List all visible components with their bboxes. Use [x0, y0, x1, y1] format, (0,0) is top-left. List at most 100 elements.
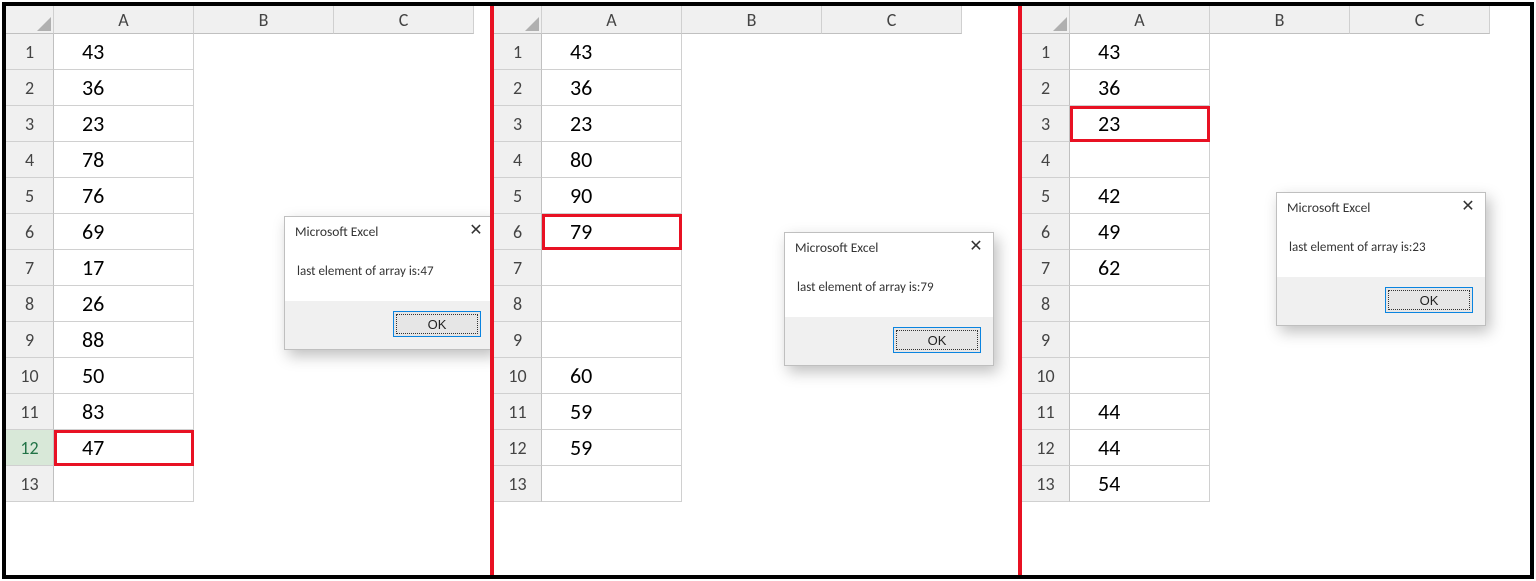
- cell[interactable]: [822, 394, 962, 430]
- cell[interactable]: [1350, 322, 1490, 358]
- ok-button[interactable]: OK: [1385, 287, 1473, 313]
- cell[interactable]: [194, 466, 334, 502]
- row-header[interactable]: 13: [6, 466, 54, 502]
- cell[interactable]: 49: [1070, 214, 1210, 250]
- cell[interactable]: [334, 466, 474, 502]
- cell[interactable]: [1350, 106, 1490, 142]
- cell[interactable]: 36: [1070, 70, 1210, 106]
- cell[interactable]: [1070, 286, 1210, 322]
- select-all-corner[interactable]: [6, 6, 54, 34]
- cell[interactable]: 88: [54, 322, 194, 358]
- cell[interactable]: [194, 106, 334, 142]
- row-header[interactable]: 9: [6, 322, 54, 358]
- cell[interactable]: [1210, 70, 1350, 106]
- row-header[interactable]: 9: [494, 322, 542, 358]
- row-header[interactable]: 13: [494, 466, 542, 502]
- cell[interactable]: [1350, 34, 1490, 70]
- cell[interactable]: [822, 430, 962, 466]
- cell[interactable]: 59: [542, 430, 682, 466]
- cell[interactable]: [542, 286, 682, 322]
- cell[interactable]: 26: [54, 286, 194, 322]
- cell[interactable]: 43: [54, 34, 194, 70]
- cell[interactable]: 79: [542, 214, 682, 250]
- row-header[interactable]: 5: [6, 178, 54, 214]
- cell[interactable]: [1070, 142, 1210, 178]
- cell[interactable]: [682, 106, 822, 142]
- row-header[interactable]: 5: [494, 178, 542, 214]
- cell[interactable]: [194, 358, 334, 394]
- cell[interactable]: [1210, 466, 1350, 502]
- close-icon[interactable]: ✕: [967, 238, 985, 256]
- cell[interactable]: 50: [54, 358, 194, 394]
- column-header-A[interactable]: A: [1070, 6, 1210, 34]
- cell[interactable]: [1210, 322, 1350, 358]
- row-header[interactable]: 1: [1022, 34, 1070, 70]
- row-header[interactable]: 7: [6, 250, 54, 286]
- cell[interactable]: 23: [1070, 106, 1210, 142]
- row-header[interactable]: 10: [1022, 358, 1070, 394]
- cell[interactable]: [334, 430, 474, 466]
- row-header[interactable]: 8: [6, 286, 54, 322]
- cell[interactable]: [1350, 142, 1490, 178]
- cell[interactable]: [1070, 322, 1210, 358]
- cell[interactable]: 80: [542, 142, 682, 178]
- cell[interactable]: [1350, 358, 1490, 394]
- row-header[interactable]: 11: [6, 394, 54, 430]
- close-icon[interactable]: ✕: [467, 222, 485, 240]
- row-header[interactable]: 4: [494, 142, 542, 178]
- cell[interactable]: [1210, 34, 1350, 70]
- row-header[interactable]: 5: [1022, 178, 1070, 214]
- cell[interactable]: [822, 34, 962, 70]
- row-header[interactable]: 1: [494, 34, 542, 70]
- cell[interactable]: 43: [542, 34, 682, 70]
- cell[interactable]: [542, 466, 682, 502]
- row-header[interactable]: 12: [494, 430, 542, 466]
- cell[interactable]: [1350, 466, 1490, 502]
- row-header[interactable]: 7: [1022, 250, 1070, 286]
- row-header[interactable]: 12: [1022, 430, 1070, 466]
- cell[interactable]: [1350, 430, 1490, 466]
- cell[interactable]: 36: [54, 70, 194, 106]
- cell[interactable]: [194, 178, 334, 214]
- cell[interactable]: [682, 178, 822, 214]
- column-header-B[interactable]: B: [682, 6, 822, 34]
- cell[interactable]: 90: [542, 178, 682, 214]
- cell[interactable]: 17: [54, 250, 194, 286]
- cell[interactable]: [822, 142, 962, 178]
- row-header[interactable]: 8: [494, 286, 542, 322]
- close-icon[interactable]: ✕: [1459, 198, 1477, 216]
- row-header[interactable]: 7: [494, 250, 542, 286]
- cell[interactable]: [682, 430, 822, 466]
- row-header[interactable]: 3: [1022, 106, 1070, 142]
- cell[interactable]: [1210, 142, 1350, 178]
- cell[interactable]: [1210, 358, 1350, 394]
- row-header[interactable]: 6: [494, 214, 542, 250]
- row-header[interactable]: 2: [6, 70, 54, 106]
- cell[interactable]: [334, 106, 474, 142]
- column-header-C[interactable]: C: [334, 6, 474, 34]
- cell[interactable]: 83: [54, 394, 194, 430]
- row-header[interactable]: 2: [494, 70, 542, 106]
- cell[interactable]: [822, 106, 962, 142]
- cell[interactable]: [334, 178, 474, 214]
- cell[interactable]: [194, 430, 334, 466]
- cell[interactable]: [1350, 394, 1490, 430]
- column-header-C[interactable]: C: [822, 6, 962, 34]
- cell[interactable]: [542, 322, 682, 358]
- cell[interactable]: [1210, 106, 1350, 142]
- cell[interactable]: 44: [1070, 430, 1210, 466]
- cell[interactable]: 62: [1070, 250, 1210, 286]
- ok-button[interactable]: OK: [893, 327, 981, 353]
- cell[interactable]: [682, 70, 822, 106]
- cell[interactable]: [1350, 70, 1490, 106]
- column-header-A[interactable]: A: [542, 6, 682, 34]
- row-header[interactable]: 1: [6, 34, 54, 70]
- row-header[interactable]: 4: [6, 142, 54, 178]
- cell[interactable]: 47: [54, 430, 194, 466]
- cell[interactable]: 44: [1070, 394, 1210, 430]
- row-header[interactable]: 2: [1022, 70, 1070, 106]
- column-header-B[interactable]: B: [1210, 6, 1350, 34]
- cell[interactable]: [334, 394, 474, 430]
- column-header-B[interactable]: B: [194, 6, 334, 34]
- cell[interactable]: [334, 70, 474, 106]
